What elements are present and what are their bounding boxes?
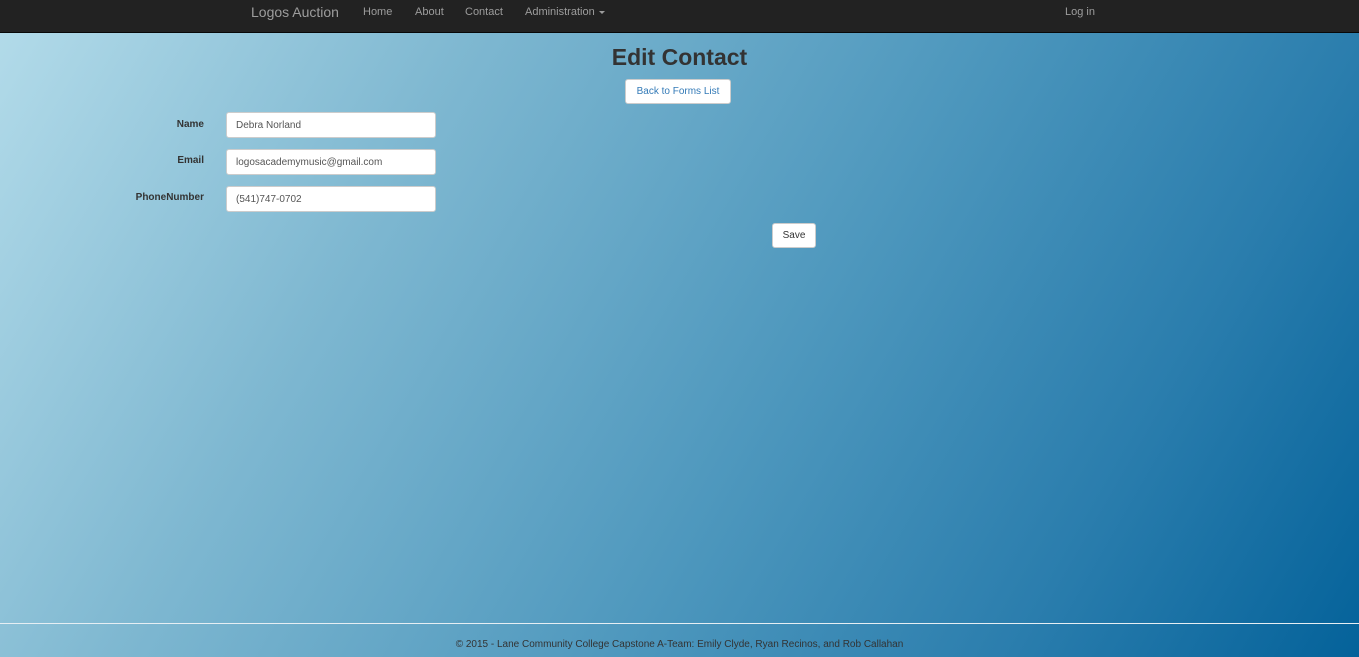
nav-administration-label: Administration <box>525 6 595 18</box>
nav-home[interactable]: Home <box>363 0 392 25</box>
top-navbar: Logos Auction Home About Contact Adminis… <box>0 0 1359 33</box>
name-label: Name <box>176 119 204 130</box>
email-input[interactable] <box>226 149 436 175</box>
login-link[interactable]: Log in <box>1065 0 1095 25</box>
name-input[interactable] <box>226 112 436 138</box>
nav-contact[interactable]: Contact <box>465 0 503 25</box>
page-title: Edit Contact <box>611 44 748 70</box>
phone-number-input[interactable] <box>226 186 436 212</box>
phone-number-label: PhoneNumber <box>135 192 204 203</box>
caret-down-icon <box>598 10 605 14</box>
brand-link[interactable]: Logos Auction <box>251 0 339 25</box>
nav-administration-dropdown[interactable]: Administration <box>525 0 605 25</box>
save-button[interactable]: Save <box>772 223 816 248</box>
footer-copyright: © 2015 - Lane Community College Capstone… <box>455 639 904 650</box>
email-label: Email <box>177 155 204 166</box>
back-to-forms-list-button[interactable]: Back to Forms List <box>625 79 731 104</box>
footer-divider <box>0 623 1359 624</box>
nav-about[interactable]: About <box>415 0 444 25</box>
